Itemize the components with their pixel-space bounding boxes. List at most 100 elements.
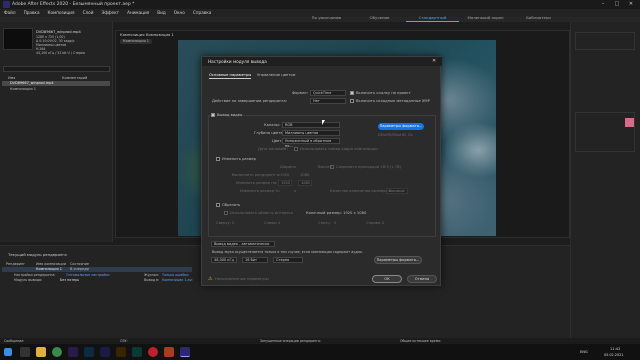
- color-swatch[interactable]: [625, 118, 634, 127]
- keyboard-language[interactable]: ENG: [580, 350, 588, 354]
- crop-checkbox[interactable]: [216, 203, 220, 207]
- crop-left-value[interactable]: 0: [278, 221, 280, 225]
- resize-checkbox[interactable]: [216, 157, 220, 161]
- render-settings-value[interactable]: Оптимальные настройки: [66, 273, 110, 277]
- audio-note: Вывод звука осуществляется только в том …: [212, 250, 363, 254]
- depth-select[interactable]: Миллионы цветов: [282, 130, 340, 136]
- output-module-value[interactable]: Без потерь: [60, 278, 79, 282]
- project-info-5: 44,100 кГц / 32 bit U / Стерео: [36, 51, 85, 55]
- cancel-button[interactable]: Отмена: [407, 275, 437, 283]
- include-project-link-checkbox[interactable]: [350, 91, 354, 95]
- project-thumbnail: [3, 28, 33, 50]
- dialog-close-icon[interactable]: ✕: [432, 58, 436, 64]
- col-name-header[interactable]: Имя: [8, 76, 15, 80]
- output-module-settings-dialog: Настройки модуля вывода ✕ Основные парам…: [201, 56, 442, 286]
- clock-time[interactable]: 11:42: [610, 347, 620, 351]
- menu-file[interactable]: Файл: [4, 10, 16, 15]
- media-encoder-icon[interactable]: [100, 347, 110, 357]
- clock-date[interactable]: 05.02.2021: [604, 353, 623, 357]
- title-bar: Adobe After Effects 2020 - Безымянный пр…: [0, 0, 640, 9]
- crop-right-value[interactable]: 0: [382, 221, 384, 225]
- resize-height-input[interactable]: 1080: [298, 180, 312, 186]
- project-row-footage[interactable]: DVD89667_winprod.mp4: [10, 81, 54, 85]
- log-value[interactable]: Только ошибки: [162, 273, 188, 277]
- ok-button[interactable]: ОК: [372, 275, 402, 283]
- search-icon[interactable]: [20, 347, 30, 357]
- output-module-label: Модуль вывода:: [14, 278, 43, 282]
- project-search-input[interactable]: [3, 66, 110, 72]
- tab-render-queue[interactable]: Текущий модуль рендеринга: [8, 252, 67, 257]
- workspace-default[interactable]: По умолчанию: [300, 14, 353, 22]
- crop-bottom-label: Снизу:: [318, 221, 331, 225]
- resize-quality-label: Качество изменения размеров:: [330, 189, 392, 193]
- tab-main-options[interactable]: Основные параметры: [209, 73, 252, 79]
- post-render-label: Действие по завершении рендеринга:: [212, 99, 288, 103]
- col-comment-header[interactable]: Комментарий: [62, 76, 87, 80]
- file-explorer-icon[interactable]: [36, 347, 46, 357]
- chrome-icon[interactable]: [52, 347, 62, 357]
- audio-bits-select[interactable]: 16 бит: [242, 257, 268, 263]
- col-render: Рендеринг: [6, 262, 26, 266]
- project-row-comp[interactable]: Композиция 1: [10, 87, 36, 91]
- render-row[interactable]: [2, 267, 192, 272]
- illustrator-icon[interactable]: [116, 347, 126, 357]
- project-item-title: DVD89667_winprod.mp4: [36, 30, 81, 34]
- lock-aspect-checkbox[interactable]: [330, 165, 334, 169]
- photoshop-icon[interactable]: [84, 347, 94, 357]
- format-select[interactable]: QuickTime: [310, 90, 346, 96]
- crop-top-label: Сверху:: [216, 221, 231, 225]
- post-render-select[interactable]: Нет: [310, 98, 346, 104]
- tab-color-management[interactable]: Управление цветом: [257, 73, 295, 77]
- composition-breadcrumb[interactable]: Композиция 1: [120, 39, 152, 44]
- resize-label: Изменить размер: [222, 157, 257, 161]
- audition-icon[interactable]: [132, 347, 142, 357]
- resize-width-input[interactable]: 1920: [278, 180, 292, 186]
- windows-start-icon[interactable]: [4, 348, 12, 356]
- video-output-checkbox[interactable]: [211, 113, 215, 117]
- workspace-standard[interactable]: Стандартный: [406, 14, 459, 22]
- channels-select[interactable]: RGB: [282, 122, 340, 128]
- crop-top-value[interactable]: 0: [232, 221, 234, 225]
- resize-pct-label: Изменить размер %:: [240, 189, 280, 193]
- media-player-icon[interactable]: [164, 347, 174, 357]
- menu-view[interactable]: Вид: [157, 10, 166, 15]
- use-roi-checkbox[interactable]: [224, 211, 228, 215]
- menu-layer[interactable]: Слой: [83, 10, 94, 15]
- menu-composition[interactable]: Композиция: [48, 10, 75, 15]
- workspace-learn[interactable]: Обучение: [353, 14, 406, 22]
- audio-output-select[interactable]: Вывод видео - автоматически: [211, 241, 275, 247]
- resize-to-label: Изменить размер на:: [236, 181, 278, 185]
- col-status: Состояние: [70, 262, 89, 266]
- output-to-value[interactable]: Композиция 1.avi: [162, 278, 192, 282]
- audio-format-options-button[interactable]: Параметры формата...: [374, 256, 422, 264]
- menu-help[interactable]: Справка: [193, 10, 211, 15]
- after-effects-icon[interactable]: [180, 347, 190, 357]
- crop-bottom-value[interactable]: 0: [334, 221, 336, 225]
- minimize-button[interactable]: –: [596, 1, 610, 8]
- audio-channels-select[interactable]: Стерео: [273, 257, 303, 263]
- rendering-in-width: 1920: [280, 173, 290, 177]
- window-title: Adobe After Effects 2020 - Безымянный пр…: [12, 2, 135, 7]
- mouse-cursor: [322, 120, 325, 125]
- menu-effect[interactable]: Эффект: [101, 10, 119, 15]
- close-button[interactable]: ✕: [624, 1, 638, 8]
- workspace-libraries[interactable]: Библиотеки: [512, 14, 565, 22]
- status-renders: Запущенные операции рендеринга:: [260, 339, 322, 343]
- use-comp-frame-checkbox[interactable]: [294, 147, 298, 151]
- opera-icon[interactable]: [148, 347, 158, 357]
- premiere-icon[interactable]: [68, 347, 78, 357]
- include-xmp-checkbox[interactable]: [350, 99, 354, 103]
- maximize-button[interactable]: □: [610, 1, 624, 8]
- tab-composition[interactable]: Композиция Композиция 1: [120, 31, 174, 38]
- menu-animation[interactable]: Анимация: [127, 10, 149, 15]
- right-side-panels: [570, 22, 640, 344]
- format-options-button[interactable]: Параметры формата...: [378, 123, 424, 130]
- crop-label: Обрезать: [222, 203, 241, 207]
- menu-edit[interactable]: Правка: [24, 10, 40, 15]
- workspace-small-screen[interactable]: Маленький экран: [459, 14, 512, 22]
- audio-rate-select[interactable]: 48,000 кГц: [211, 257, 237, 263]
- menu-window[interactable]: Окно: [174, 10, 185, 15]
- width-label: Ширина: [280, 165, 296, 169]
- resize-quality-select[interactable]: Высокое: [386, 188, 408, 194]
- color-select[interactable]: Умноженный в обратном по...: [282, 138, 340, 148]
